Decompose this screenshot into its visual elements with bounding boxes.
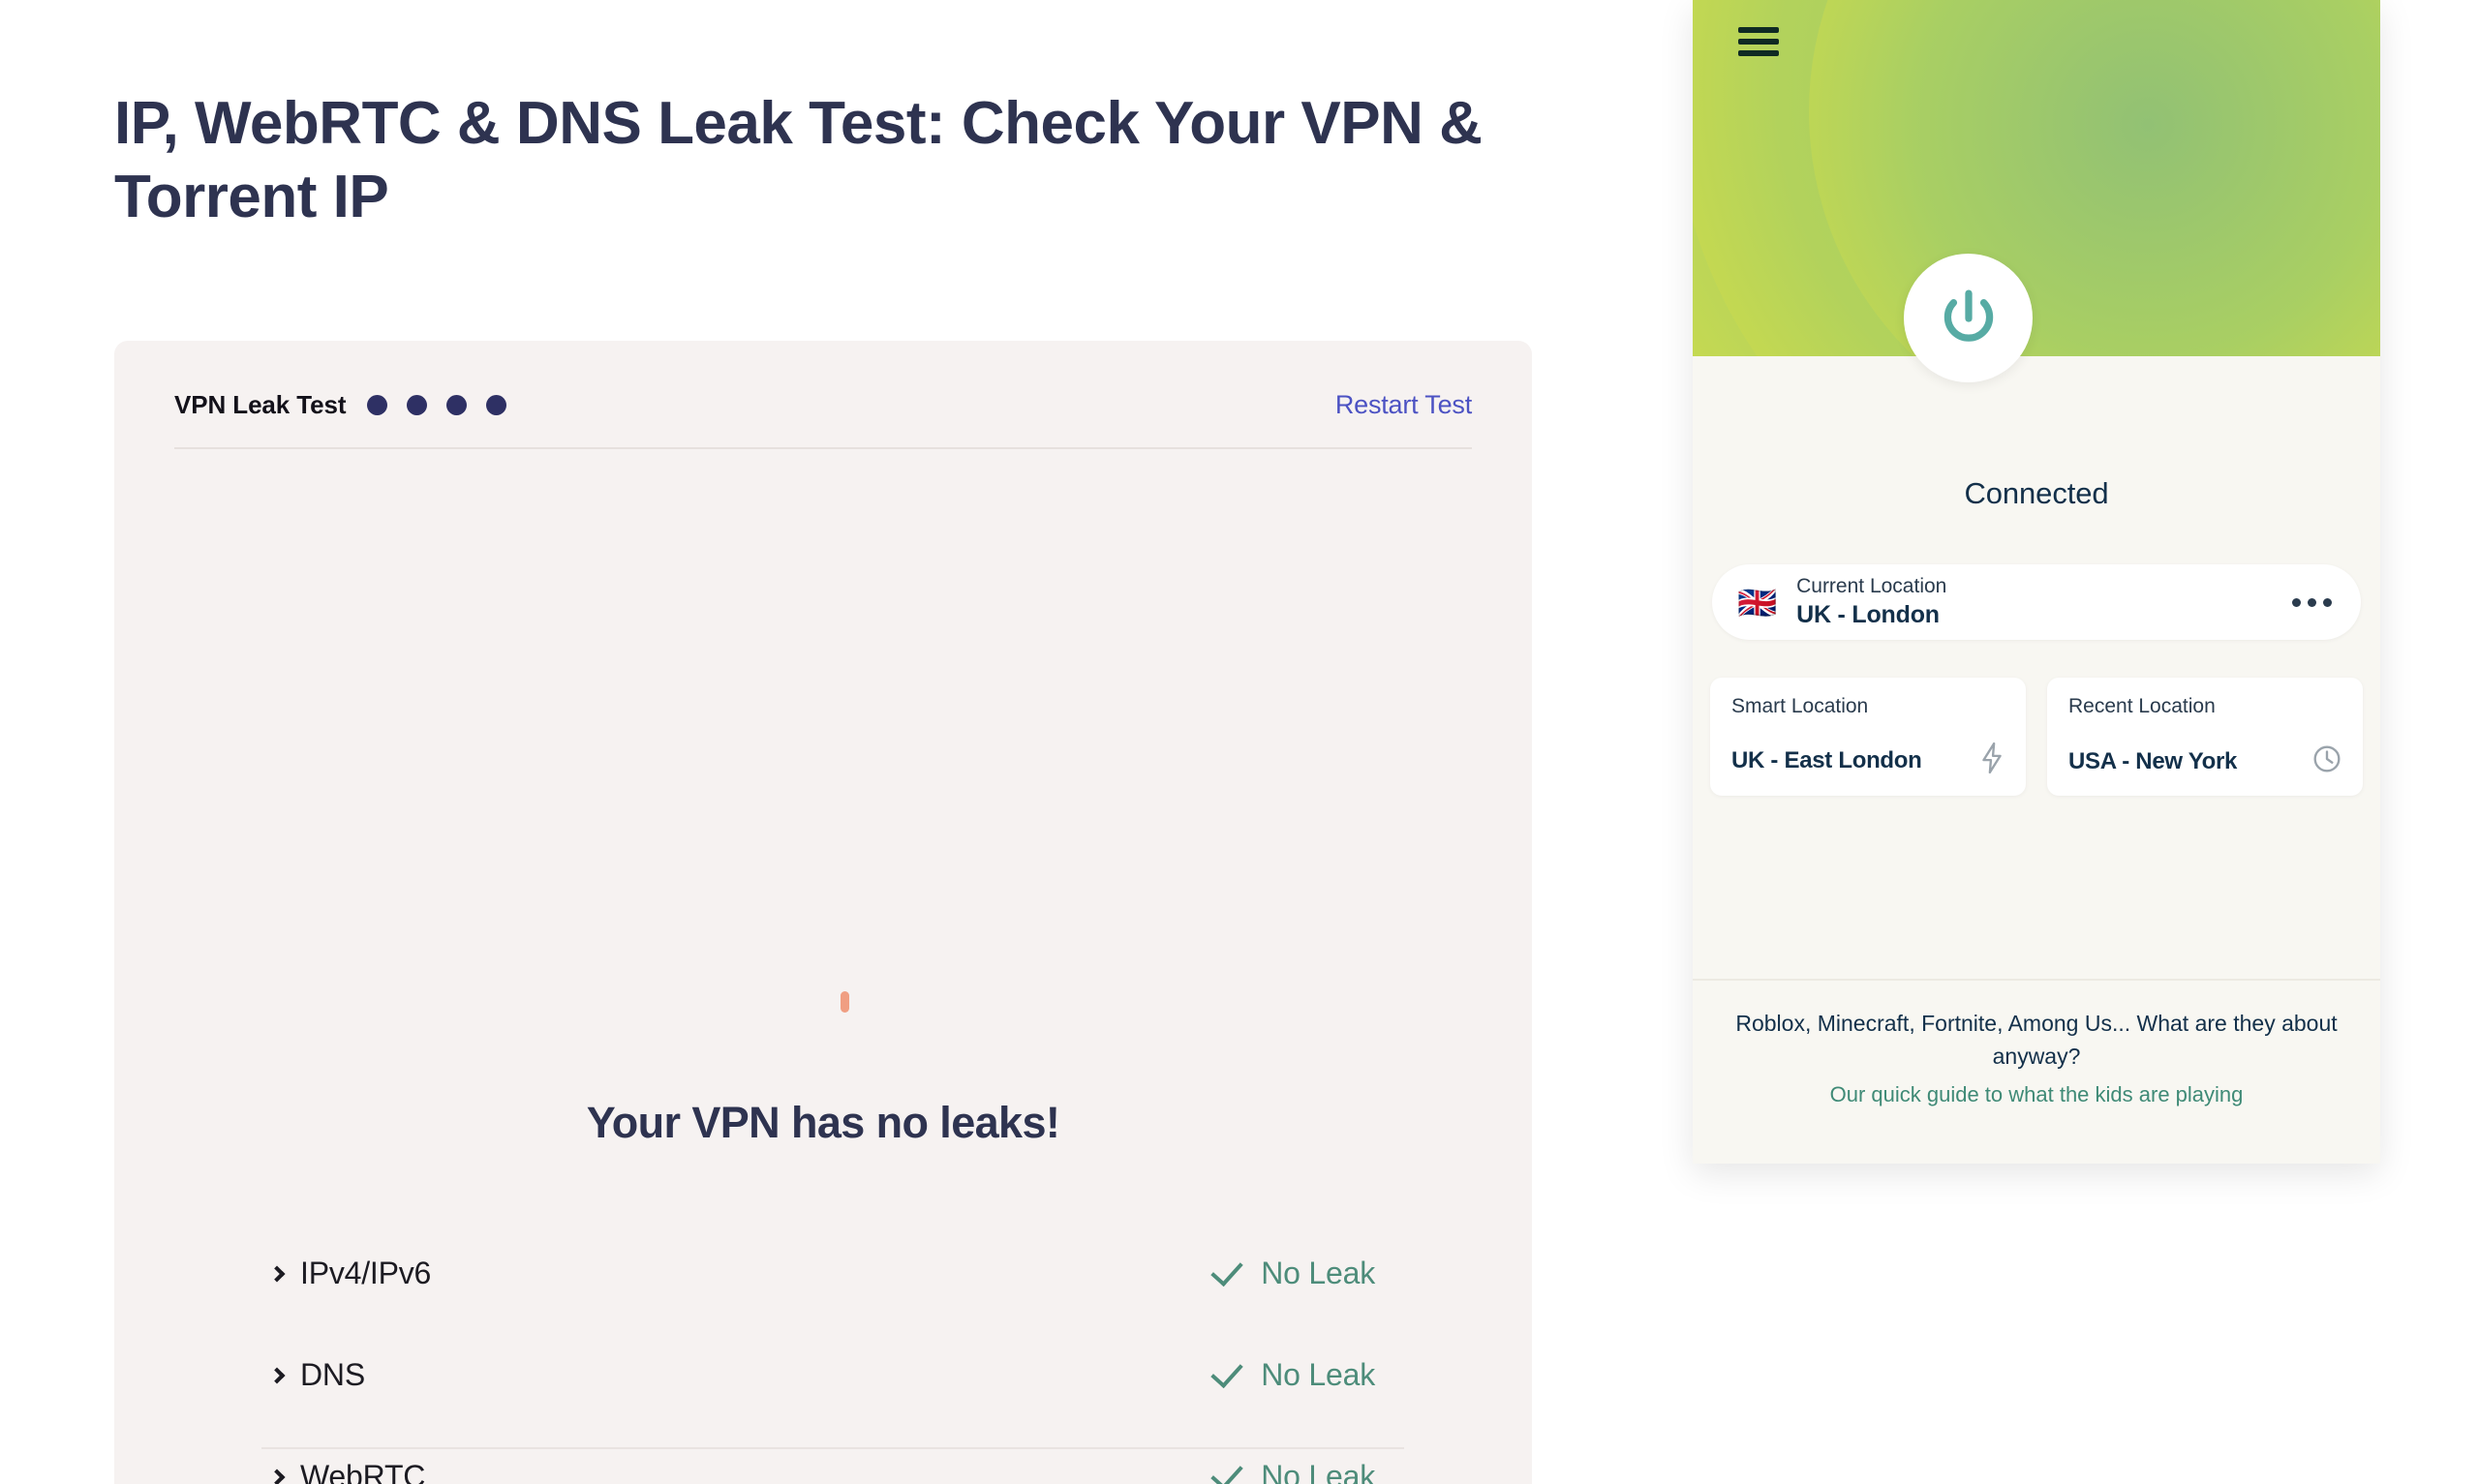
result-row-ipv4-ipv6[interactable]: IPv4/IPv6 No Leak — [268, 1243, 1375, 1304]
ellipsis-dot — [2308, 597, 2316, 607]
connection-hero — [1693, 0, 2380, 356]
hamburger-icon[interactable] — [1738, 27, 1779, 56]
result-label-group: IPv4/IPv6 — [268, 1256, 432, 1291]
current-location-label: Current Location — [1796, 574, 1947, 597]
hamburger-bar — [1738, 50, 1779, 56]
result-row-webrtc[interactable]: WebRTC No Leak — [268, 1446, 1375, 1484]
current-location-card[interactable]: 🇬🇧 Current Location UK - London — [1712, 564, 2361, 640]
ellipsis-dot — [2323, 597, 2332, 607]
result-status-group: No Leak — [1210, 1253, 1375, 1291]
result-name: WebRTC — [300, 1459, 426, 1484]
card-header-left: VPN Leak Test — [174, 389, 507, 420]
lightning-bolt-icon — [1979, 742, 2005, 778]
connection-status: Connected — [1964, 476, 2109, 510]
result-status-group: No Leak — [1210, 1456, 1375, 1484]
check-icon — [1210, 1456, 1243, 1484]
ellipsis-icon[interactable] — [2292, 597, 2332, 607]
smart-location-row: UK - East London — [1731, 742, 2005, 778]
hamburger-bar — [1738, 39, 1779, 45]
smart-location-label: Smart Location — [1731, 695, 1869, 717]
progress-dot — [486, 394, 507, 415]
result-name: DNS — [300, 1357, 365, 1392]
uk-flag-icon: 🇬🇧 — [1737, 584, 1778, 621]
power-icon — [1943, 288, 1993, 342]
chevron-right-icon — [268, 1469, 286, 1484]
recent-location-card[interactable]: Recent Location USA - New York — [2047, 678, 2363, 796]
article-header: IP, WebRTC & DNS Leak Test: Check Your V… — [114, 87, 1538, 233]
result-status-group: No Leak — [1210, 1354, 1375, 1393]
header-divider — [174, 447, 1472, 449]
check-icon — [1210, 1253, 1243, 1287]
chevron-right-icon — [268, 1367, 286, 1383]
result-name: IPv4/IPv6 — [300, 1256, 432, 1290]
result-label-group: WebRTC — [268, 1459, 426, 1484]
page-title: IP, WebRTC & DNS Leak Test: Check Your V… — [114, 90, 1483, 230]
current-location-text: Current Location UK - London — [1796, 574, 1946, 631]
page-root: IP, WebRTC & DNS Leak Test: Check Your V… — [0, 0, 2479, 1484]
result-label-group: DNS — [268, 1357, 365, 1393]
promo-text: Roblox, Minecraft, Fortnite, Among Us...… — [1735, 1011, 2338, 1070]
loading-spinner-icon — [841, 991, 849, 1013]
hero-ring-inner — [1809, 0, 2380, 356]
restart-test-button[interactable]: Restart Test — [1335, 390, 1472, 420]
result-row-dns[interactable]: DNS No Leak — [268, 1345, 1375, 1406]
recent-location-value: USA - New York — [2068, 747, 2238, 774]
chevron-right-icon — [268, 1265, 286, 1282]
verdict-text: Your VPN has no leaks! — [586, 1098, 1060, 1147]
result-status: No Leak — [1261, 1357, 1375, 1392]
power-button[interactable] — [1904, 254, 2033, 382]
check-icon — [1210, 1354, 1243, 1389]
progress-dot — [446, 394, 468, 415]
result-status: No Leak — [1261, 1459, 1375, 1484]
card-header: VPN Leak Test Restart Test — [174, 370, 1472, 439]
smart-location-card[interactable]: Smart Location UK - East London — [1710, 678, 2026, 796]
progress-dot — [407, 394, 428, 415]
location-shortcut-cards: Smart Location UK - East London Recent L… — [1710, 678, 2363, 796]
recent-location-row: USA - New York — [2068, 744, 2341, 778]
card-bottom-divider — [261, 1447, 1404, 1449]
panel-divider — [1693, 979, 2380, 981]
vpn-app-panel: Connected 🇬🇧 Current Location UK - Londo… — [1693, 0, 2380, 1164]
card-title: VPN Leak Test — [174, 389, 347, 419]
promo-link[interactable]: Our quick guide to what the kids are pla… — [1718, 1082, 2355, 1107]
recent-location-label: Recent Location — [2068, 695, 2216, 717]
smart-location-value: UK - East London — [1731, 746, 1922, 773]
current-location-value: UK - London — [1796, 601, 1940, 629]
hamburger-bar — [1738, 27, 1779, 33]
vpn-leak-test-card: VPN Leak Test Restart Test Your VPN has … — [114, 341, 1532, 1484]
progress-dots — [367, 394, 507, 415]
progress-dot — [367, 394, 388, 415]
clock-icon — [2312, 744, 2341, 778]
promo-block: Roblox, Minecraft, Fortnite, Among Us...… — [1693, 1007, 2380, 1107]
result-status: No Leak — [1261, 1256, 1375, 1290]
ellipsis-dot — [2292, 597, 2301, 607]
